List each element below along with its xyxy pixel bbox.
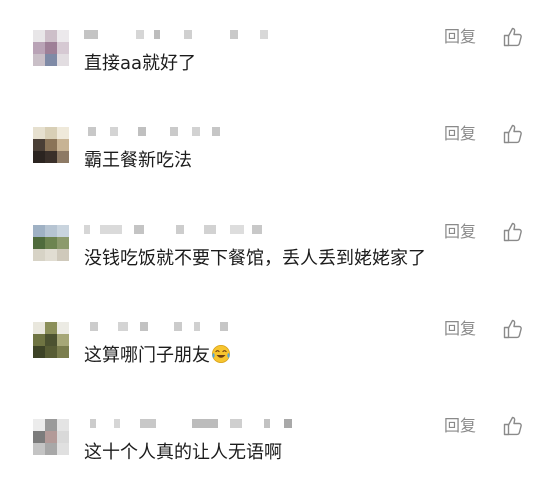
username-blurred[interactable] (84, 28, 304, 42)
reply-button[interactable]: 回复 (444, 222, 476, 242)
thumbs-up-icon[interactable] (502, 221, 524, 243)
comment-item: 直接aa就好了 回复 (0, 16, 553, 96)
comment-list: 直接aa就好了 回复 霸王餐新吃法 回复 没钱吃饭就不要下餐馆，丢人丢到姥姥家了… (0, 0, 553, 488)
comment-item: 这算哪门子朋友 回复 (0, 308, 553, 388)
reply-button[interactable]: 回复 (444, 416, 476, 436)
username-blurred[interactable] (84, 417, 304, 431)
comment-text-content: 这算哪门子朋友 (84, 345, 210, 366)
username-blurred[interactable] (84, 125, 304, 139)
comment-item: 霸王餐新吃法 回复 (0, 113, 553, 193)
avatar[interactable] (33, 419, 69, 455)
username-blurred[interactable] (84, 223, 304, 237)
reply-button[interactable]: 回复 (444, 319, 476, 339)
comment-item: 没钱吃饭就不要下餐馆，丢人丢到姥姥家了 回复 (0, 211, 553, 291)
comment-text: 这十个人真的让人无语啊 (84, 442, 282, 463)
reply-button[interactable]: 回复 (444, 27, 476, 47)
comment-text: 霸王餐新吃法 (84, 150, 192, 171)
reply-button[interactable]: 回复 (444, 124, 476, 144)
thumbs-up-icon[interactable] (502, 415, 524, 437)
comment-text: 直接aa就好了 (84, 53, 197, 74)
thumbs-up-icon[interactable] (502, 26, 524, 48)
comment-text: 这算哪门子朋友 (84, 344, 231, 371)
avatar[interactable] (33, 127, 69, 163)
comment-text: 没钱吃饭就不要下餐馆，丢人丢到姥姥家了 (84, 248, 426, 269)
username-blurred[interactable] (84, 320, 304, 334)
laughing-crying-face-icon (211, 344, 231, 371)
comment-item: 这十个人真的让人无语啊 回复 (0, 405, 553, 485)
avatar[interactable] (33, 225, 69, 261)
thumbs-up-icon[interactable] (502, 318, 524, 340)
thumbs-up-icon[interactable] (502, 123, 524, 145)
avatar[interactable] (33, 30, 69, 66)
avatar[interactable] (33, 322, 69, 358)
